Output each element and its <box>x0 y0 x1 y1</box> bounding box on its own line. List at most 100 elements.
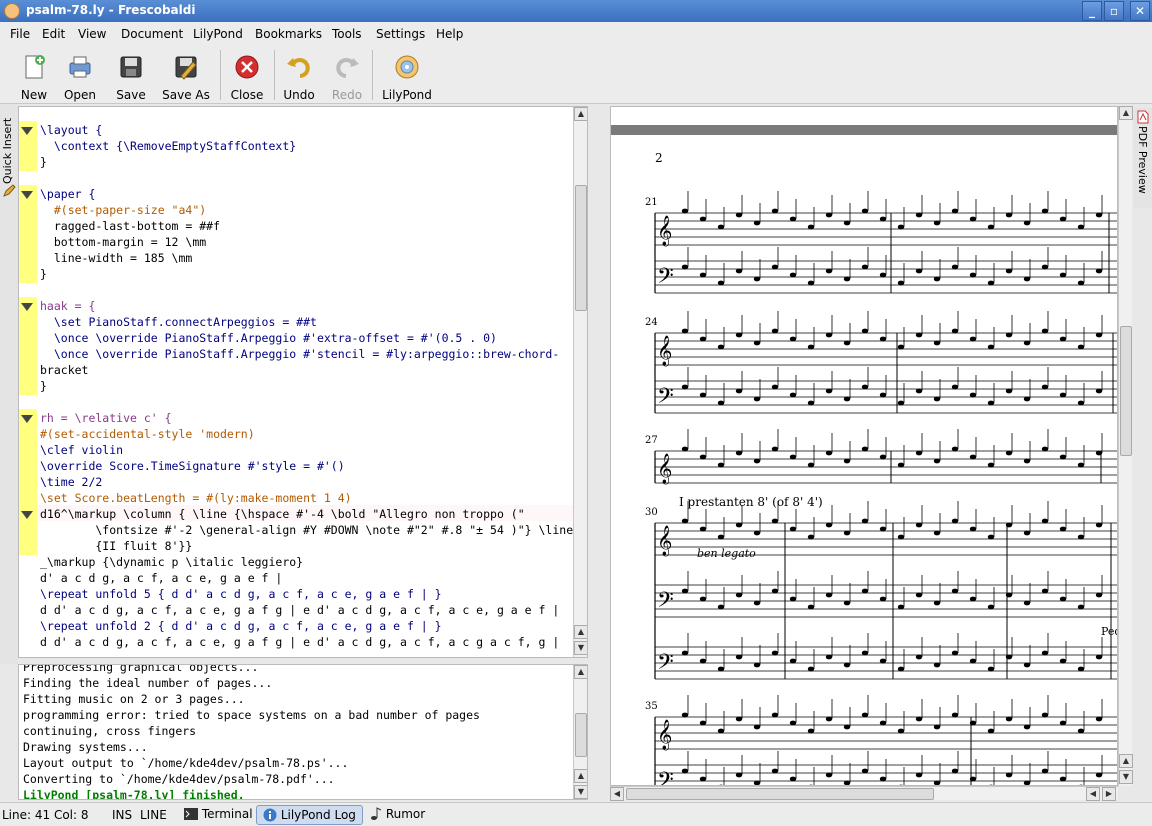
maximize-button[interactable]: ▫ <box>1104 1 1124 21</box>
note-head <box>933 340 941 346</box>
note-head <box>969 720 977 726</box>
scroll-left-arrow-icon[interactable]: ◀ <box>1086 787 1100 801</box>
lilypond-log-panel[interactable]: Preprocessing graphical objects... Findin… <box>18 664 588 800</box>
note-head <box>717 534 725 540</box>
scroll-down-arrow-icon[interactable]: ▼ <box>1119 770 1133 784</box>
fold-marker-icon[interactable] <box>21 415 33 423</box>
menu-document[interactable]: Document <box>121 27 183 41</box>
scroll-up-arrow-icon[interactable]: ▲ <box>574 769 587 783</box>
quick-insert-tab[interactable]: Quick Insert <box>0 104 18 664</box>
scroll-left-arrow-icon[interactable]: ◀ <box>610 787 624 801</box>
fold-marker-icon[interactable] <box>21 303 33 311</box>
note-head <box>1005 388 1013 394</box>
log-line: programming error: tried to space system… <box>23 708 480 722</box>
note-head <box>825 332 833 338</box>
new-button[interactable]: New <box>14 52 54 102</box>
code-line: d16^\markup \column { \line {\hspace #'-… <box>40 507 525 521</box>
lilypond-log-tab[interactable]: LilyPond Log <box>256 805 363 825</box>
fold-marker-icon[interactable] <box>21 511 33 519</box>
main-toolbar: New Open Save Save As Close Undo Redo Li… <box>0 46 1152 104</box>
expression-text: ben legato <box>697 547 756 560</box>
insert-mode[interactable]: INS <box>112 808 132 822</box>
quick-insert-label: Quick Insert <box>1 117 14 184</box>
note-head <box>771 650 779 656</box>
note-head <box>879 272 887 278</box>
code-line: \set Score.beatLength = #(ly:make-moment… <box>40 491 352 505</box>
note-head <box>753 340 761 346</box>
menu-settings[interactable]: Settings <box>376 27 425 41</box>
note-head <box>1077 604 1085 610</box>
undo-button[interactable]: Undo <box>282 52 316 102</box>
note-head <box>681 446 689 452</box>
save-as-button[interactable]: Save As <box>160 52 212 102</box>
terminal-tab[interactable]: Terminal <box>178 805 259 825</box>
note-head <box>825 268 833 274</box>
title-bar: psalm-78.ly - Frescobaldi _ ▫ ✕ <box>0 0 1152 22</box>
log-vscrollbar[interactable]: ▲ ▲ ▼ <box>573 665 587 799</box>
note-head <box>915 450 923 456</box>
log-line: Finding the ideal number of pages... <box>23 676 273 690</box>
lilypond-button[interactable]: LilyPond <box>382 52 432 102</box>
menu-view[interactable]: View <box>78 27 106 41</box>
save-button[interactable]: Save <box>114 52 148 102</box>
note-head <box>807 534 815 540</box>
pdf-icon <box>1137 110 1149 124</box>
note-head <box>681 208 689 214</box>
minimize-button[interactable]: _ <box>1082 1 1102 21</box>
redo-button[interactable]: Redo <box>330 52 364 102</box>
note-head <box>1095 522 1103 528</box>
menu-tools[interactable]: Tools <box>332 27 362 41</box>
scroll-thumb[interactable] <box>1120 326 1132 456</box>
scroll-up-arrow-icon[interactable]: ▲ <box>1119 754 1133 768</box>
note-head <box>771 588 779 594</box>
menu-bookmarks[interactable]: Bookmarks <box>255 27 322 41</box>
pdf-hscrollbar[interactable]: ◀ ◀ ▶ <box>610 786 1118 801</box>
pdf-preview-tab[interactable]: PDF Preview <box>1134 108 1152 208</box>
scroll-up-arrow-icon[interactable]: ▲ <box>574 665 587 679</box>
open-button[interactable]: Open <box>62 52 98 102</box>
scroll-right-arrow-icon[interactable]: ▶ <box>1102 787 1116 801</box>
note-head <box>735 654 743 660</box>
note-head <box>1005 212 1013 218</box>
pdf-vscrollbar[interactable]: ▲ ▲ ▼ <box>1118 106 1133 786</box>
note-head <box>699 596 707 602</box>
scroll-down-arrow-icon[interactable]: ▼ <box>574 641 587 655</box>
close-window-button[interactable]: ✕ <box>1130 1 1150 21</box>
rumor-tab[interactable]: Rumor <box>364 805 431 825</box>
note-head <box>1059 392 1067 398</box>
selection-mode[interactable]: LINE <box>140 808 167 822</box>
scroll-thumb[interactable] <box>575 713 587 757</box>
note-head <box>753 396 761 402</box>
note-head <box>1041 446 1049 452</box>
note-head <box>807 462 815 468</box>
menu-help[interactable]: Help <box>436 27 463 41</box>
new-document-icon <box>25 55 45 79</box>
note-head <box>861 768 869 774</box>
scroll-up-arrow-icon[interactable]: ▲ <box>574 625 587 639</box>
scroll-down-arrow-icon[interactable]: ▼ <box>574 785 587 799</box>
scroll-thumb[interactable] <box>575 185 587 311</box>
note-head <box>789 392 797 398</box>
note-head <box>933 396 941 402</box>
menu-lilypond[interactable]: LilyPond <box>193 27 243 41</box>
editor-vscrollbar[interactable]: ▲ ▲ ▼ <box>573 107 587 657</box>
code-editor[interactable]: \layout { \context {\RemoveEmptyStaffCon… <box>18 106 588 658</box>
scroll-up-arrow-icon[interactable]: ▲ <box>574 107 587 121</box>
note-head <box>1095 772 1103 778</box>
registration-text: I prestanten 8' (of 8' 4') <box>679 495 823 509</box>
menu-edit[interactable]: Edit <box>42 27 65 41</box>
note-head <box>1059 658 1067 664</box>
scroll-thumb[interactable] <box>626 788 934 800</box>
note-head <box>771 264 779 270</box>
code-line: \paper { <box>40 187 96 201</box>
note-head <box>1005 654 1013 660</box>
pdf-preview[interactable]: 2 21 𝄞 𝄢 24 𝄞 𝄢 27 𝄞 30 𝄞 𝄢 𝄢 35 𝄞 𝄢 I prestanten 8' (… <box>610 106 1118 786</box>
note-head <box>843 600 851 606</box>
menu-file[interactable]: File <box>10 27 30 41</box>
close-button[interactable]: Close <box>228 52 266 102</box>
note-head <box>771 328 779 334</box>
fold-marker-icon[interactable] <box>21 191 33 199</box>
fold-marker-icon[interactable] <box>21 127 33 135</box>
note-head <box>735 716 743 722</box>
scroll-up-arrow-icon[interactable]: ▲ <box>1119 106 1133 120</box>
